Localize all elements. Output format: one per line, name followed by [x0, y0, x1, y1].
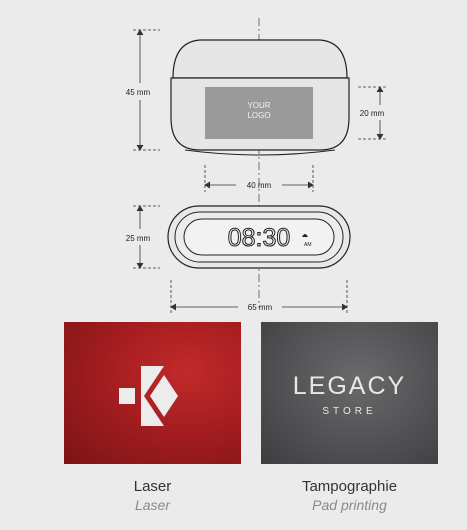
clock-am-indicator: AM [304, 242, 312, 248]
laser-caption-translation: Laser [134, 497, 171, 513]
pad-printing-caption-translation: Pad printing [312, 497, 387, 513]
clock-time-display: 08:30 [228, 224, 291, 252]
logo-placeholder-line1: YOUR [247, 101, 270, 110]
laser-caption: Laser [133, 478, 172, 495]
logo-placeholder-line2: LOGO [247, 111, 270, 120]
dimension-label-logo-height: 20 mm [360, 109, 385, 118]
pad-printing-caption: Tampographie [301, 478, 398, 495]
pad-printing-sample-image: LEGACY STORE [261, 322, 438, 464]
device-top-view [170, 39, 350, 156]
laser-sample-image [64, 322, 241, 464]
k-logo-icon [119, 366, 178, 426]
dimension-label-height-front: 25 mm [126, 234, 151, 243]
sample-brand-text: LEGACY [292, 372, 407, 400]
sample-sub-text: STORE [322, 406, 377, 417]
dimension-label-logo-width: 40 mm [247, 181, 272, 190]
dimension-label-height-top: 45 mm [126, 88, 151, 97]
product-diagram: YOUR LOGO 45 mm 20 mm 40 mm 08:30 AM 25 … [0, 0, 467, 525]
dimension-label-width-front: 65 mm [248, 303, 273, 312]
